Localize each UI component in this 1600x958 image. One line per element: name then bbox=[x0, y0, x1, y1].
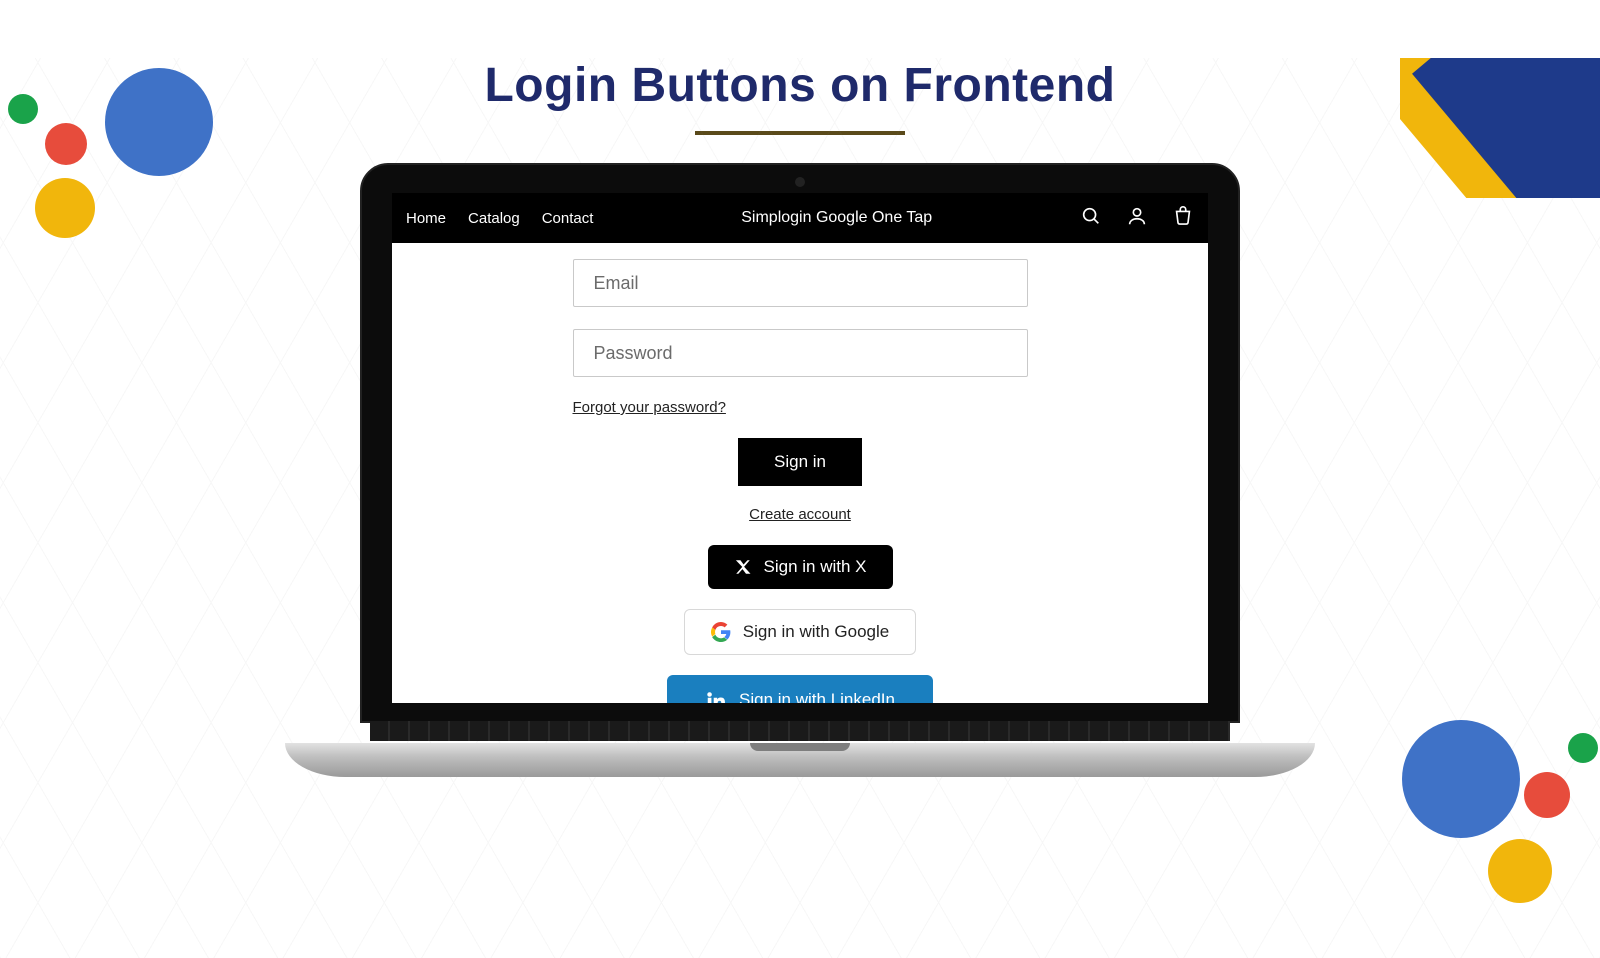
nav-home[interactable]: Home bbox=[406, 210, 446, 227]
linkedin-icon bbox=[705, 689, 727, 703]
signin-x-button[interactable]: Sign in with X bbox=[708, 545, 893, 589]
decor-circle bbox=[1488, 839, 1552, 903]
decor-circle bbox=[1568, 733, 1598, 763]
header-icons bbox=[1080, 205, 1194, 232]
storefront-screen: Home Catalog Contact Simplogin Google On… bbox=[392, 193, 1208, 703]
site-title: Simplogin Google One Tap bbox=[593, 209, 1080, 227]
signin-linkedin-label: Sign in with LinkedIn bbox=[739, 690, 895, 703]
search-icon[interactable] bbox=[1080, 205, 1102, 232]
nav-contact[interactable]: Contact bbox=[542, 210, 594, 227]
account-icon[interactable] bbox=[1126, 205, 1148, 232]
password-placeholder: Password bbox=[594, 343, 673, 364]
signin-button[interactable]: Sign in bbox=[738, 438, 862, 486]
decor-circle bbox=[1402, 720, 1520, 838]
decor-circle bbox=[35, 178, 95, 238]
create-account-link[interactable]: Create account bbox=[749, 506, 851, 523]
laptop-keyboard bbox=[370, 721, 1230, 741]
login-form: Email Password Forgot your password? Sig… bbox=[573, 259, 1028, 703]
signin-google-label: Sign in with Google bbox=[743, 622, 889, 642]
camera-dot bbox=[795, 177, 805, 187]
laptop-base bbox=[285, 743, 1315, 777]
laptop-bezel: Home Catalog Contact Simplogin Google On… bbox=[360, 163, 1240, 723]
email-placeholder: Email bbox=[594, 273, 639, 294]
google-icon bbox=[711, 622, 731, 642]
cart-icon[interactable] bbox=[1172, 205, 1194, 232]
signin-x-label: Sign in with X bbox=[764, 557, 867, 577]
decor-circle bbox=[45, 123, 87, 165]
site-header: Home Catalog Contact Simplogin Google On… bbox=[392, 193, 1208, 243]
signin-google-button[interactable]: Sign in with Google bbox=[684, 609, 916, 655]
password-field[interactable]: Password bbox=[573, 329, 1028, 377]
decor-circle bbox=[1524, 772, 1570, 818]
laptop-mockup: Home Catalog Contact Simplogin Google On… bbox=[285, 163, 1315, 777]
page-title: Login Buttons on Frontend bbox=[0, 58, 1600, 113]
forgot-password-link[interactable]: Forgot your password? bbox=[573, 399, 726, 416]
nav-links: Home Catalog Contact bbox=[406, 210, 593, 227]
laptop-lip bbox=[750, 743, 850, 751]
x-icon bbox=[734, 558, 752, 576]
signin-linkedin-button[interactable]: Sign in with LinkedIn bbox=[667, 675, 933, 703]
nav-catalog[interactable]: Catalog bbox=[468, 210, 520, 227]
email-field[interactable]: Email bbox=[573, 259, 1028, 307]
